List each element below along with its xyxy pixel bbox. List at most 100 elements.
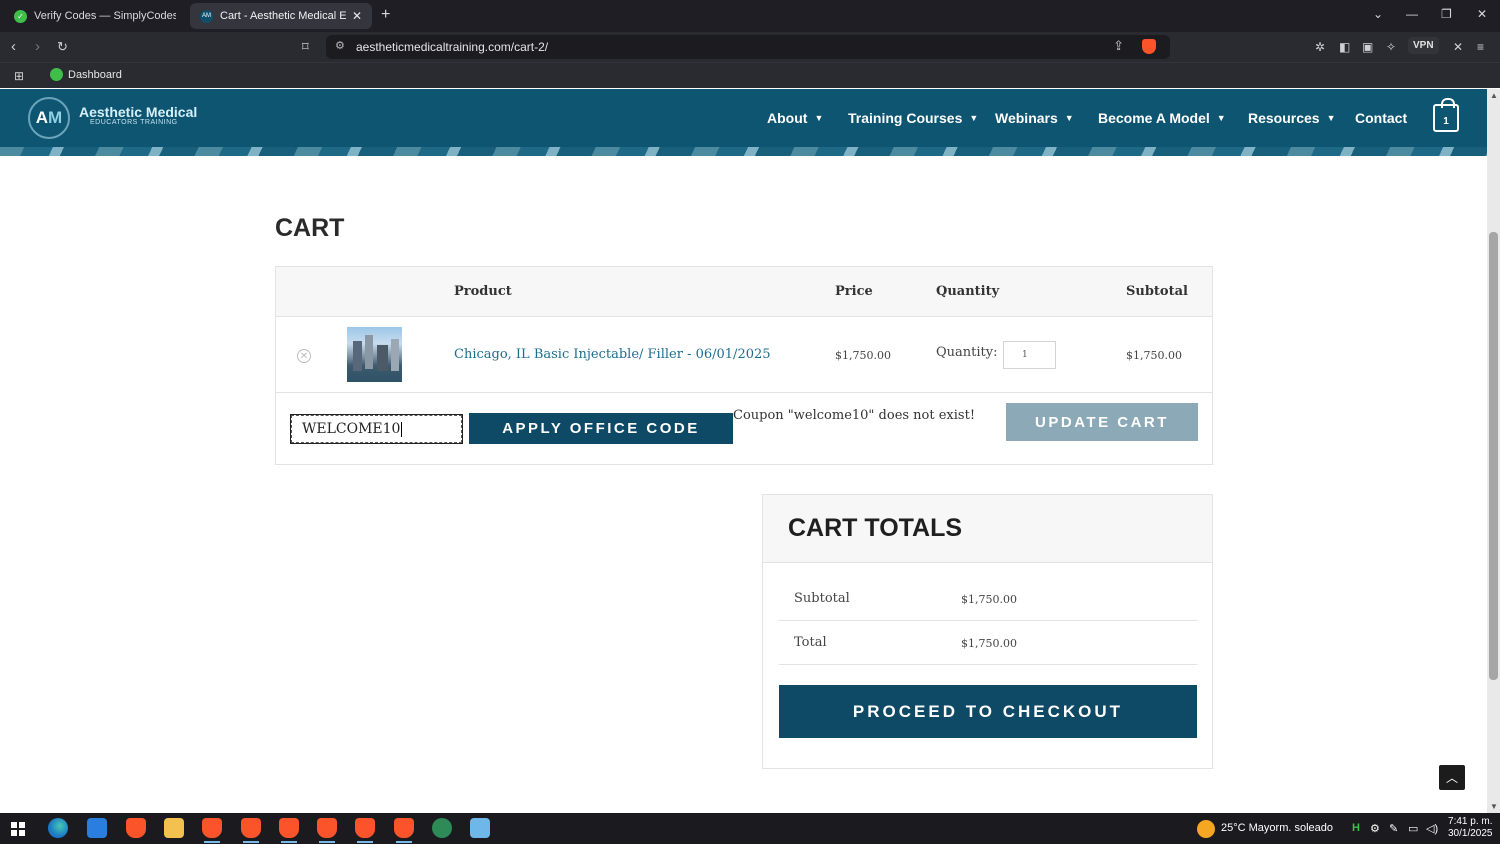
update-cart-button[interactable]: UPDATE CART (1006, 403, 1198, 441)
sidebar-icon[interactable]: ◧ (1339, 40, 1350, 54)
tray-app-icon[interactable]: ⚙ (1370, 822, 1380, 835)
cart-count: 1 (1443, 116, 1449, 127)
tab-verify-codes[interactable]: ✓ Verify Codes — SimplyCodes (4, 3, 186, 29)
nav-label: Training Courses (848, 110, 963, 126)
system-clock[interactable]: 7:41 p. m. 30/1/2025 (1448, 816, 1493, 840)
forward-icon[interactable]: › (35, 38, 40, 55)
column-header-quantity: Quantity (936, 284, 1000, 299)
file-explorer-icon[interactable] (164, 818, 184, 838)
logo-subtitle: EDUCATORS TRAINING (90, 119, 178, 126)
brave-window-icon[interactable] (241, 818, 261, 843)
apply-coupon-button[interactable]: APPLY OFFICE CODE (469, 413, 733, 444)
url-text[interactable]: aestheticmedicaltraining.com/cart-2/ (356, 40, 548, 54)
network-icon[interactable]: ▭ (1408, 822, 1418, 835)
vpn-button[interactable]: VPN (1408, 37, 1439, 54)
chevron-down-icon: ▼ (1216, 113, 1226, 123)
table-row: ✕ Chicago, IL Basic Injectable/ Filler -… (276, 317, 1212, 393)
windows-taskbar: 25°C Mayorm. soleado H ⚙ ✎ ▭ ◁) 7:41 p. … (0, 813, 1500, 844)
bookmark-icon[interactable]: ⌑ (302, 39, 309, 55)
site-info-icon[interactable]: ⚙ (335, 39, 345, 52)
windows-start-icon[interactable] (11, 822, 25, 836)
back-icon[interactable]: ‹ (11, 38, 16, 55)
site-logo[interactable]: AM (28, 97, 70, 139)
close-tab-icon[interactable]: ✕ (352, 9, 362, 23)
tray-app-icon[interactable]: H (1352, 822, 1360, 834)
minimize-icon[interactable]: — (1406, 7, 1418, 21)
scroll-to-top-icon[interactable]: ︿ (1439, 765, 1465, 790)
edge-icon[interactable] (48, 818, 68, 838)
extensions-icon[interactable]: ✲ (1315, 40, 1325, 54)
nav-become-a-model[interactable]: Become A Model ▼ (1098, 110, 1226, 126)
weather-sun-icon[interactable] (1197, 820, 1215, 838)
scroll-up-icon[interactable]: ▲ (1490, 91, 1498, 100)
logo-initial-m: M (48, 108, 63, 127)
nav-resources[interactable]: Resources ▼ (1248, 110, 1336, 126)
brave-shields-icon[interactable] (1142, 39, 1156, 54)
clock-date: 30/1/2025 (1448, 828, 1493, 839)
tab-cart[interactable]: AM Cart - Aesthetic Medical Educat ✕ (190, 3, 372, 29)
nav-about[interactable]: About ▼ (767, 110, 823, 126)
page-scrollbar[interactable]: ▲ ▼ (1487, 89, 1500, 813)
header-wave-decoration (0, 147, 1487, 156)
menu-icon[interactable]: ≡ (1477, 40, 1484, 54)
product-thumbnail[interactable] (347, 327, 402, 382)
nav-training-courses[interactable]: Training Courses ▼ (848, 110, 978, 126)
coupon-error-message: Coupon "welcome10" does not exist! (733, 408, 976, 423)
nav-label: Contact (1355, 110, 1408, 126)
chevron-down-icon: ▼ (969, 113, 979, 123)
dashboard-favicon-icon (50, 68, 63, 81)
volume-icon[interactable]: ◁) (1426, 822, 1438, 835)
site-header: AM Aesthetic Medical EDUCATORS TRAINING … (0, 89, 1487, 156)
nav-contact[interactable]: Contact (1355, 110, 1407, 126)
new-tab-icon[interactable]: + (381, 6, 390, 24)
text-caret (401, 421, 403, 437)
address-bar[interactable]: ⚙ aestheticmedicaltraining.com/cart-2/ ⇪ (326, 35, 1170, 59)
close-window-icon[interactable]: ✕ (1477, 7, 1487, 21)
wallet-icon[interactable]: ▣ (1362, 40, 1373, 54)
brave-window-icon[interactable] (317, 818, 337, 843)
microsoft-store-icon[interactable] (87, 818, 107, 838)
quantity-input[interactable]: 1 (1003, 341, 1056, 369)
notes-app-icon[interactable] (470, 818, 490, 838)
total-label: Total (794, 635, 827, 650)
brave-window-icon[interactable] (355, 818, 375, 843)
totals-subtotal-row: Subtotal $1,750.00 (779, 577, 1197, 621)
product-link[interactable]: Chicago, IL Basic Injectable/ Filler - 0… (454, 347, 771, 362)
logo-title[interactable]: Aesthetic Medical (79, 104, 197, 120)
remove-item-icon[interactable]: ✕ (297, 349, 311, 363)
coupon-code-input[interactable]: WELCOME10 (290, 414, 463, 444)
proceed-to-checkout-button[interactable]: PROCEED TO CHECKOUT (779, 685, 1197, 738)
restore-icon[interactable]: ❐ (1441, 7, 1452, 21)
share-icon[interactable]: ⇪ (1113, 38, 1124, 54)
weather-text[interactable]: 25°C Mayorm. soleado (1221, 822, 1333, 834)
brave-window-icon[interactable] (279, 818, 299, 843)
brave-window-icon[interactable] (394, 818, 414, 843)
apps-grid-icon[interactable]: ⊞ (14, 69, 24, 83)
tab-title: Verify Codes — SimplyCodes (34, 10, 176, 22)
scrollbar-thumb[interactable] (1489, 232, 1498, 680)
page-title: CART (275, 214, 345, 242)
nav-webinars[interactable]: Webinars ▼ (995, 110, 1074, 126)
brave-window-icon[interactable] (202, 818, 222, 843)
bookmark-dashboard[interactable]: Dashboard (50, 68, 122, 81)
scroll-down-icon[interactable]: ▼ (1490, 802, 1498, 811)
column-header-price: Price (835, 284, 873, 299)
coupon-code-value: WELCOME10 (302, 421, 401, 437)
cart-totals-title: CART TOTALS (788, 514, 963, 542)
leo-ai-icon[interactable]: ✧ (1386, 40, 1396, 54)
cart-table-header: Product Price Quantity Subtotal (276, 267, 1212, 317)
reload-icon[interactable]: ↻ (57, 39, 68, 55)
cart-bag-icon[interactable]: 1 (1433, 98, 1459, 132)
cart-table: Product Price Quantity Subtotal ✕ Chicag… (275, 266, 1213, 465)
brave-icon[interactable] (126, 818, 146, 838)
pen-icon[interactable]: ✎ (1389, 822, 1398, 835)
nav-label: Become A Model (1098, 110, 1210, 126)
column-header-subtotal: Subtotal (1126, 284, 1188, 299)
chevron-down-icon: ▼ (814, 113, 824, 123)
tools-icon[interactable]: ✕ (1453, 40, 1463, 54)
nav-label: Webinars (995, 110, 1058, 126)
subtotal-label: Subtotal (794, 591, 850, 606)
tab-search-chevron-icon[interactable]: ⌄ (1373, 7, 1383, 21)
chrome-like-icon[interactable] (432, 818, 452, 838)
nav-label: About (767, 110, 808, 126)
